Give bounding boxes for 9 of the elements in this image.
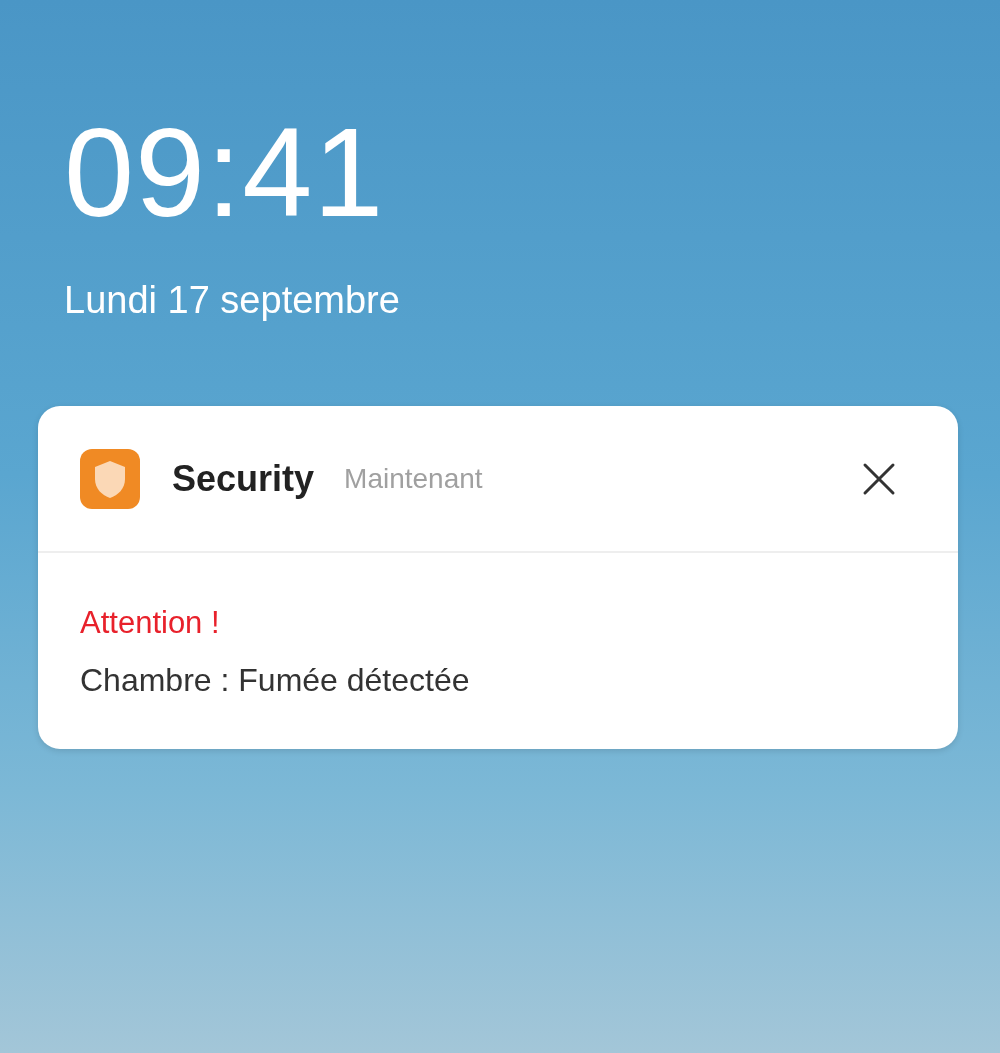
alert-title: Attention ! bbox=[80, 605, 221, 641]
app-name: Security bbox=[172, 457, 315, 500]
timestamp: Maintenant bbox=[344, 462, 484, 495]
shield-app-icon bbox=[80, 448, 140, 509]
close-button[interactable] bbox=[862, 461, 896, 496]
notification-card[interactable]: Security Maintenant Attention ! Chambre : Fumée détectée bbox=[38, 406, 958, 749]
date-label: Lundi 17 septembre bbox=[64, 278, 401, 322]
clock-time: 09:41 bbox=[64, 108, 386, 238]
alert-message: Chambre : Fumée détectée bbox=[80, 661, 471, 699]
